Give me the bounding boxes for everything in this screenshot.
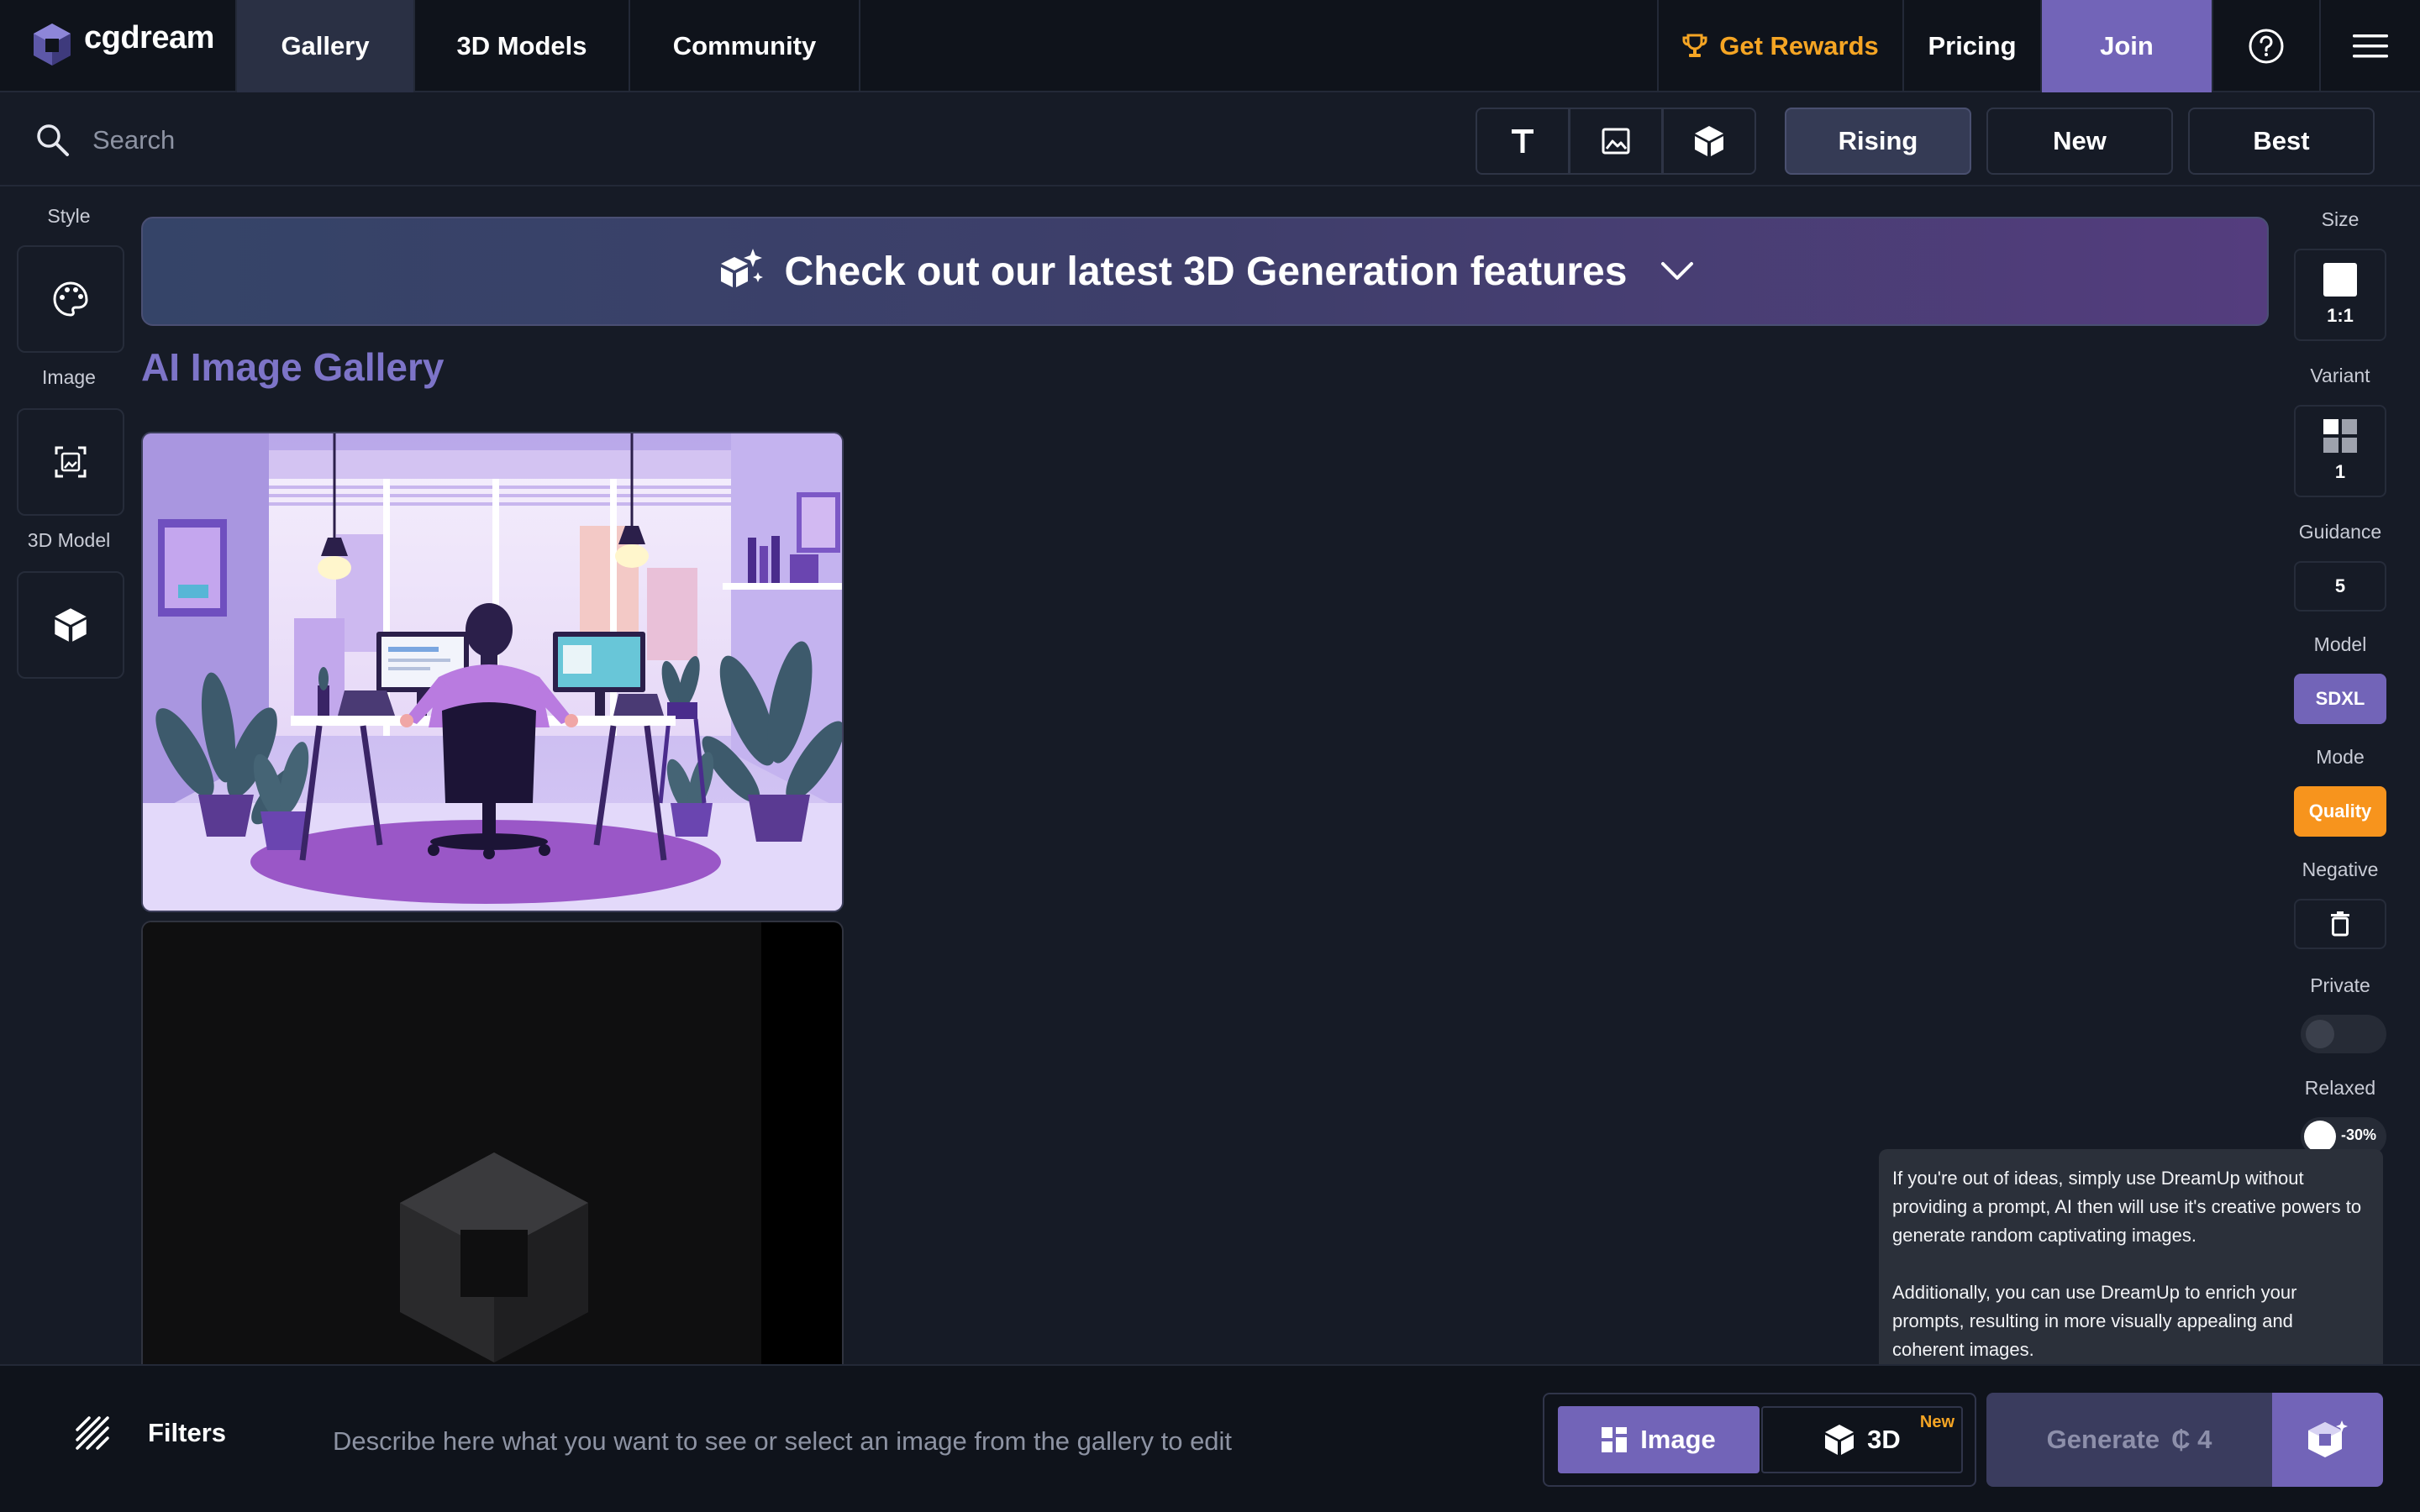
generate-cost: ₵ 4 — [2171, 1425, 2212, 1454]
3d-mode-button[interactable]: 3D New — [1761, 1406, 1963, 1473]
join-button[interactable]: Join — [2042, 0, 2213, 92]
sort-rising-button[interactable]: Rising — [1785, 108, 1971, 175]
cgdream-logo-icon[interactable] — [30, 22, 74, 67]
get-rewards-button[interactable]: Get Rewards — [1657, 0, 1904, 92]
dreamup-button[interactable] — [2272, 1393, 2383, 1487]
generation-type-switch: Image 3D New — [1543, 1393, 1976, 1487]
generate-button[interactable]: Generate ₵ 4 — [1986, 1393, 2272, 1487]
cube-icon — [1823, 1423, 1855, 1457]
prompt-bar: Filters Image 3D New Generate ₵ 4 — [0, 1364, 2420, 1512]
chevron-down-icon — [1660, 261, 1694, 281]
private-toggle[interactable] — [2301, 1015, 2386, 1053]
tooltip-paragraph-1: If you're out of ideas, simply use Dream… — [1892, 1168, 2362, 1246]
generate-label: Generate — [2046, 1425, 2160, 1454]
sort-best-button[interactable]: Best — [2188, 108, 2375, 175]
filter-text-button[interactable] — [1476, 108, 1570, 175]
filters-button[interactable]: Filters — [76, 1416, 226, 1450]
filter-3d-button[interactable] — [1662, 108, 1756, 175]
variant-value: 1 — [2334, 461, 2346, 482]
tab-gallery[interactable]: Gallery — [235, 0, 415, 92]
filters-stripes-icon — [76, 1416, 109, 1450]
guidance-label: Guidance — [2298, 521, 2382, 543]
gallery-title: AI Image Gallery — [141, 345, 445, 389]
tooltip-paragraph-2: Additionally, you can use DreamUp to enr… — [1892, 1282, 2297, 1360]
dreamup-tooltip: If you're out of ideas, simply use Dream… — [1879, 1149, 2383, 1378]
variant-button[interactable]: 1 — [2294, 405, 2386, 497]
style-button[interactable] — [17, 245, 124, 353]
cube-icon — [53, 606, 88, 643]
guidance-input[interactable]: 5 — [2294, 561, 2386, 612]
grid-icon — [2323, 419, 2357, 453]
mode-label: Mode — [2316, 746, 2365, 768]
private-toggle-knob — [2306, 1020, 2334, 1048]
private-label: Private — [2310, 974, 2370, 996]
image-icon — [1602, 128, 1630, 155]
tab-3d-models[interactable]: 3D Models — [415, 0, 630, 92]
3d-model-button[interactable] — [17, 571, 124, 679]
banner-text: Check out our latest 3D Generation featu… — [784, 249, 1628, 294]
gallery-image-card[interactable] — [141, 432, 844, 912]
brand-name[interactable]: cgdream — [84, 20, 214, 56]
cgdream-logo-placeholder-icon — [385, 1147, 603, 1366]
model-select[interactable]: SDXL — [2294, 674, 2386, 724]
tab-community[interactable]: Community — [630, 0, 860, 92]
search-input[interactable] — [92, 114, 1353, 166]
gallery-image-card-loading[interactable] — [141, 921, 844, 1366]
new-badge: New — [1919, 1413, 1954, 1431]
dreamup-sparkle-icon — [2307, 1419, 2349, 1461]
help-icon — [2248, 28, 2285, 65]
help-button[interactable] — [2213, 0, 2321, 92]
square-icon — [2323, 263, 2357, 297]
image-mode-button[interactable]: Image — [1558, 1406, 1760, 1473]
sparkle-cube-icon — [716, 247, 765, 296]
trophy-icon — [1682, 33, 1707, 60]
search-icon — [35, 123, 71, 158]
3d-model-label: 3D Model — [27, 529, 111, 551]
negative-prompt-button[interactable] — [2294, 899, 2386, 949]
palette-icon — [52, 281, 89, 318]
mode-select[interactable]: Quality — [2294, 786, 2386, 837]
search-row: Rising New Best — [0, 94, 2420, 186]
size-label: Size — [2321, 208, 2360, 230]
relaxed-toggle-knob — [2304, 1121, 2336, 1152]
3d-mode-label: 3D — [1867, 1425, 1901, 1454]
relaxed-label: Relaxed — [2304, 1077, 2376, 1099]
top-nav: cgdream Gallery 3D Models Community Get … — [0, 0, 2420, 92]
size-button[interactable]: 1:1 — [2294, 249, 2386, 341]
filters-label: Filters — [148, 1418, 227, 1447]
sort-new-button[interactable]: New — [1986, 108, 2173, 175]
image-upload-button[interactable] — [17, 408, 124, 516]
size-value: 1:1 — [2327, 305, 2354, 326]
text-icon — [1511, 129, 1534, 154]
3d-features-banner[interactable]: Check out our latest 3D Generation featu… — [141, 217, 2269, 326]
menu-button[interactable] — [2321, 0, 2420, 92]
grid-icon — [1602, 1427, 1628, 1452]
negative-label: Negative — [2302, 858, 2379, 880]
image-label: Image — [42, 366, 96, 388]
relaxed-discount: -30% — [2341, 1126, 2377, 1143]
variant-label: Variant — [2310, 365, 2370, 386]
pricing-link[interactable]: Pricing — [1904, 0, 2042, 92]
prompt-input[interactable] — [333, 1416, 1509, 1467]
style-label: Style — [47, 205, 91, 227]
image-select-icon — [55, 446, 87, 478]
workspace-illustration — [143, 433, 842, 911]
image-mode-label: Image — [1640, 1425, 1716, 1454]
get-rewards-label: Get Rewards — [1719, 31, 1879, 60]
model-label: Model — [2313, 633, 2367, 655]
filter-image-button[interactable] — [1569, 108, 1663, 175]
cube-icon — [1693, 124, 1725, 158]
trash-icon — [2330, 911, 2350, 937]
hamburger-menu-icon — [2353, 34, 2388, 59]
